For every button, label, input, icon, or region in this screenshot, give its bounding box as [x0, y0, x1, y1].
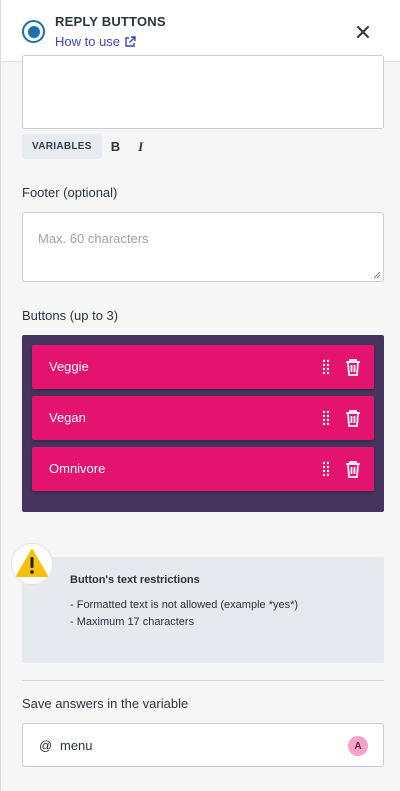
- buttons-label: Buttons (up to 3): [22, 308, 119, 323]
- reply-button-label: Omnivore: [49, 461, 106, 476]
- reply-buttons-list: Veggie Vegan Omnivore: [22, 335, 384, 512]
- reply-button-item[interactable]: Veggie: [32, 345, 374, 389]
- warning-line: - Maximum 17 characters: [70, 616, 195, 628]
- warning-title: Button's text restrictions: [70, 574, 200, 586]
- reply-button-label: Veggie: [49, 359, 89, 374]
- footer-placeholder: Max. 60 characters: [38, 231, 149, 246]
- trash-icon[interactable]: [345, 358, 361, 376]
- at-prefix: @: [39, 738, 53, 753]
- panel-title: REPLY BUTTONS: [55, 14, 166, 29]
- circle-dot-icon: [22, 20, 45, 43]
- footer-textarea[interactable]: Max. 60 characters: [22, 212, 384, 282]
- how-to-use-label: How to use: [55, 34, 121, 49]
- reply-buttons-panel: REPLY BUTTONS How to use VARIABLES B I F…: [0, 0, 400, 791]
- how-to-use-link[interactable]: How to use: [55, 34, 136, 49]
- reply-button-item[interactable]: Vegan: [32, 396, 374, 440]
- footer-label: Footer (optional): [22, 185, 118, 200]
- resize-grip-icon[interactable]: [373, 271, 381, 279]
- italic-button[interactable]: I: [138, 139, 143, 155]
- close-icon[interactable]: [354, 23, 372, 41]
- save-variable-label: Save answers in the variable: [22, 696, 189, 711]
- bold-button[interactable]: B: [111, 139, 120, 154]
- drag-handle-icon[interactable]: [322, 410, 330, 426]
- trash-icon[interactable]: [345, 409, 361, 427]
- warning-icon-badge: [11, 543, 53, 585]
- warning-icon: [16, 549, 48, 577]
- format-toolbar: VARIABLES B I: [22, 134, 143, 159]
- variables-button[interactable]: VARIABLES: [22, 134, 102, 159]
- divider: [22, 680, 384, 681]
- variable-input[interactable]: @ menu A: [22, 723, 384, 767]
- drag-handle-icon[interactable]: [322, 461, 330, 477]
- reply-button-label: Vegan: [49, 410, 86, 425]
- warning-line: - Formatted text is not allowed (example…: [70, 599, 299, 611]
- trash-icon[interactable]: [345, 460, 361, 478]
- warning-box: Button's text restrictions - Formatted t…: [22, 557, 384, 663]
- external-link-icon: [125, 35, 136, 47]
- panel-header: REPLY BUTTONS How to use: [1, 0, 400, 62]
- variable-value: menu: [60, 738, 93, 753]
- avatar: A: [348, 736, 368, 756]
- reply-button-item[interactable]: Omnivore: [32, 447, 374, 491]
- drag-handle-icon[interactable]: [322, 359, 330, 375]
- message-body-textarea[interactable]: [22, 55, 384, 129]
